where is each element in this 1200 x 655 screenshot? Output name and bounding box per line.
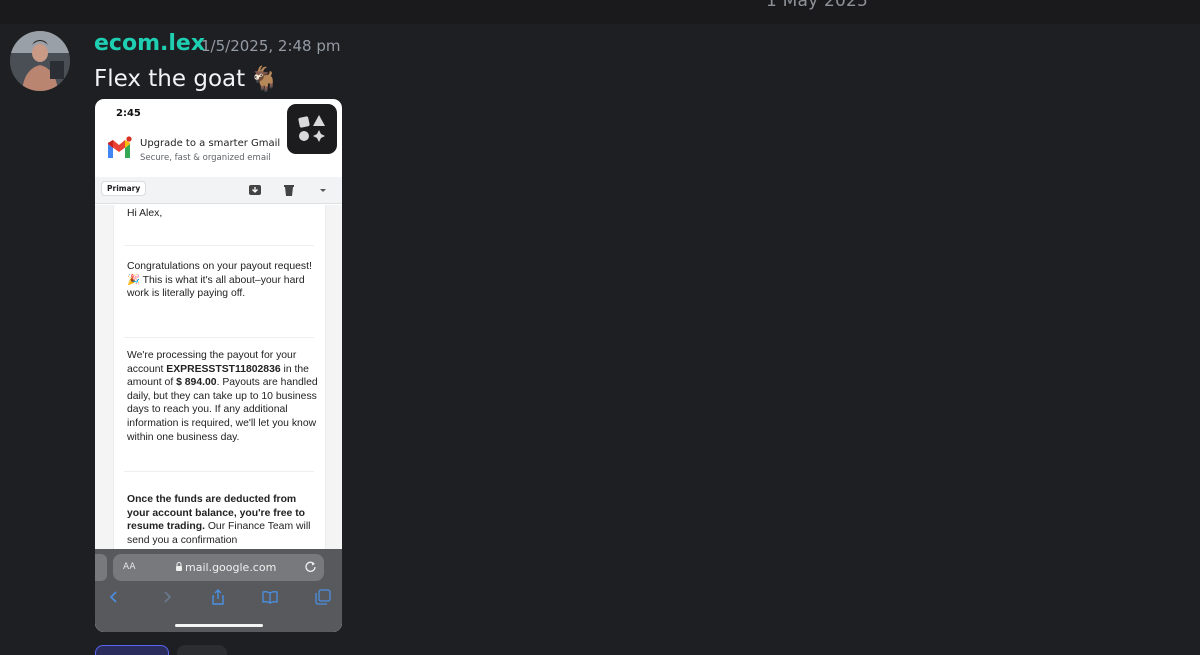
image-attachment[interactable]: 2:45 Upgrade to a smarter Gmail Secure, … — [95, 99, 342, 632]
avatar[interactable] — [10, 31, 70, 91]
bookmarks-icon — [262, 591, 278, 604]
gmail-logo-icon — [108, 136, 132, 158]
banner-subtitle: Secure, fast & organized email — [140, 153, 271, 163]
mail-toolbar: Primary — [95, 177, 342, 204]
lock-icon — [176, 562, 182, 571]
username[interactable]: ecom.lex — [94, 31, 205, 56]
chevron-down-icon — [320, 189, 326, 192]
date-divider: 1 May 2025 — [766, 0, 869, 11]
primary-label-chip: Primary — [101, 181, 147, 196]
browser-bar: AA mail.google.com — [95, 549, 342, 632]
goat-emoji-icon: 🐐 — [249, 65, 280, 93]
message-text: Flex the goat — [94, 66, 246, 92]
account-id: EXPRESSTST11802836 — [166, 363, 281, 375]
url-text: mail.google.com — [185, 561, 277, 574]
tab-stub — [95, 554, 107, 581]
message-content: Flex the goat 🐐 — [94, 65, 279, 93]
reaction-button[interactable] — [177, 645, 227, 655]
tabs-icon — [315, 589, 331, 605]
email-paragraph-2: We're processing the payout for your acc… — [127, 350, 318, 443]
divider — [124, 337, 314, 338]
avatar-photo — [10, 31, 70, 91]
email-greeting: Hi Alex, — [127, 208, 163, 219]
forward-icon — [164, 591, 172, 603]
trash-icon — [284, 185, 294, 196]
back-icon — [109, 591, 117, 603]
share-icon — [212, 589, 224, 605]
message-timestamp: 1/5/2025, 2:48 pm — [201, 37, 341, 55]
home-indicator — [175, 624, 263, 627]
reaction-button[interactable] — [95, 645, 169, 655]
email-paragraph-3: Once the funds are deducted from your ac… — [127, 494, 311, 546]
banner-title: Upgrade to a smarter Gmail — [140, 138, 281, 149]
phone-status-time: 2:45 — [116, 108, 141, 119]
reload-icon — [305, 561, 316, 572]
text-size-button: AA — [123, 562, 136, 572]
divider — [124, 245, 314, 246]
top-bar: 1 May 2025 — [0, 0, 1200, 24]
url-bar: AA mail.google.com — [113, 554, 324, 581]
apps-icon — [287, 104, 337, 154]
archive-icon — [249, 185, 261, 195]
payout-amount: $ 894.00 — [176, 377, 217, 389]
email-paragraph-1: Congratulations on your payout request! … — [127, 261, 312, 300]
divider — [124, 471, 314, 472]
